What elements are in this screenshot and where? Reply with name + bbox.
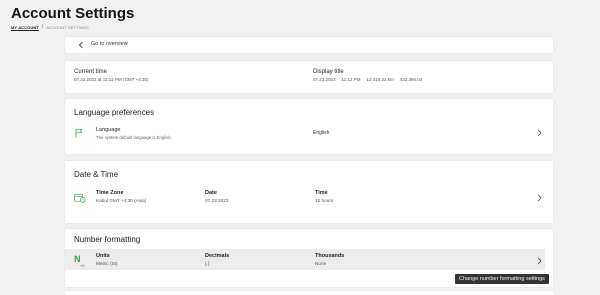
next-card-partial (65, 291, 553, 295)
display-time: 11:12 PM (341, 77, 361, 82)
calendar-clock-icon (74, 193, 86, 203)
thousands-value: None (315, 261, 327, 266)
breadcrumb: MY ACCOUNT / ACCOUNT SETTINGS (11, 24, 89, 30)
units-label: Units (96, 253, 110, 259)
display-number: 432,356.04 (399, 77, 423, 82)
breadcrumb-my-account[interactable]: MY ACCOUNT (11, 25, 39, 30)
language-label: Language (96, 127, 121, 133)
breadcrumb-current: ACCOUNT SETTINGS (46, 24, 89, 30)
date-time-section-title: Date & Time (74, 170, 119, 179)
language-section-title: Language preferences (74, 108, 155, 117)
number-formatting-row[interactable]: N +0 Units Metric (SI) Decimals [.] Thou… (65, 249, 545, 270)
go-to-overview-link[interactable]: Go to overview (65, 37, 553, 53)
number-format-icon-sub: +0 (80, 263, 85, 268)
timezone-value: Kabul GMT +4:30 (Asia) (96, 198, 147, 203)
time-info-card: Current time 07.23.2023 at 11:12 PM (GMT… (65, 61, 553, 93)
time-label: Time (315, 190, 328, 196)
date-time-card: Date & Time Time Zone Kabul GMT +4:30 (A… (65, 161, 553, 223)
decimals-value: [.] (205, 261, 209, 266)
go-to-overview-label: Go to overview (91, 41, 128, 47)
display-date: 07.23.2023 (313, 77, 336, 82)
decimals-label: Decimals (205, 253, 230, 259)
flag-icon (75, 128, 83, 138)
chevron-left-icon (78, 41, 83, 49)
date-label: Date (205, 190, 217, 196)
page-title: Account Settings (11, 5, 135, 22)
current-time-value: 07.23.2023 at 11:12 PM (GMT +4:30) (74, 77, 149, 82)
tooltip: Change number formatting settings (455, 274, 549, 284)
date-value: 07.23.2023 (205, 198, 229, 203)
breadcrumb-separator: / (41, 24, 44, 30)
number-formatting-section-title: Number formatting (74, 235, 141, 244)
chevron-right-icon[interactable] (537, 194, 542, 202)
language-preferences-card: Language preferences Language The system… (65, 99, 553, 154)
thousands-label: Thousands (315, 253, 345, 259)
language-description: The system default language is English. (96, 135, 172, 140)
timezone-label: Time Zone (96, 190, 124, 196)
language-value: English (313, 130, 330, 136)
display-title-values: 07.23.2023 11:12 PM 12,410.32 km 432,356… (313, 77, 422, 82)
chevron-right-icon[interactable] (537, 257, 542, 265)
current-time-label: Current time (74, 69, 108, 75)
time-value: 12 hours (315, 198, 334, 203)
units-value: Metric (SI) (96, 261, 118, 266)
display-distance: 12,410.32 km (366, 77, 394, 82)
chevron-right-icon[interactable] (537, 129, 542, 137)
display-title-label: Display title (313, 69, 344, 75)
